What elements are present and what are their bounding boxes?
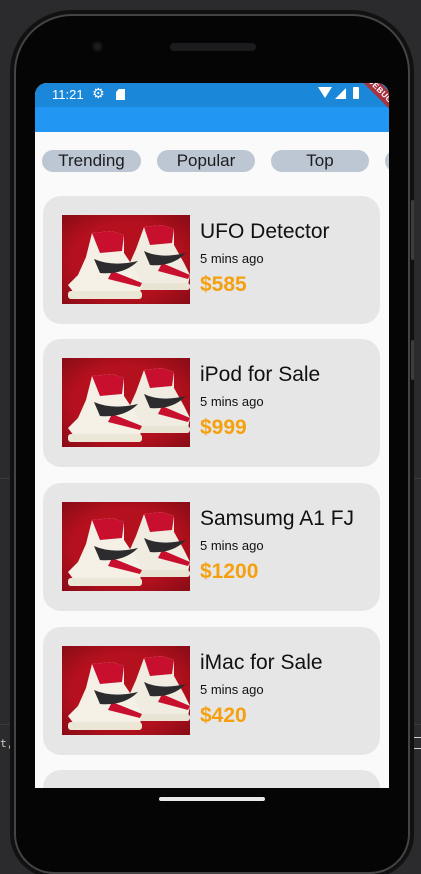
signal-icon [335,88,346,99]
product-image [62,215,190,304]
volume-button [411,340,414,380]
chip-top[interactable]: Top [271,150,369,172]
sd-card-icon [116,89,125,100]
chip-trending[interactable]: Trending [42,150,141,172]
product-card[interactable]: iPod for Sale 5 mins ago $999 [43,339,380,467]
product-time: 5 mins ago [200,682,264,697]
product-image [62,502,190,591]
ide-text-fragment: t, [0,737,14,750]
product-price: $420 [200,704,247,727]
product-price: $585 [200,273,247,296]
product-card[interactable]: iMac for Sale 5 mins ago $420 [43,627,380,755]
product-title: iPod for Sale [200,363,321,386]
app-bar [35,107,389,132]
product-card[interactable]: UFO Detector 5 mins ago $585 [43,196,380,324]
chip-popular[interactable]: Popular [157,150,255,172]
chip-more[interactable] [385,150,389,172]
speaker-grille [170,43,256,51]
camera-icon [92,41,103,52]
gear-icon: ⚙ [92,85,105,101]
product-title: iMac for Sale [200,651,323,674]
product-title: UFO Detector [200,220,330,243]
product-card[interactable]: Samsumg A1 FJ 5 mins ago $1200 [43,483,380,611]
battery-icon [353,87,359,99]
app-screen: 11:21 ⚙ DEBUG Trending Popular Top UFO D… [35,83,389,788]
product-image [62,646,190,735]
product-time: 5 mins ago [200,394,264,409]
power-button [411,200,414,260]
list-icon [412,737,421,749]
product-title: Samsumg A1 FJ [200,507,355,530]
product-card-partial[interactable] [43,770,380,788]
product-price: $1200 [200,560,259,583]
gesture-nav-bar[interactable] [159,797,265,801]
product-time: 5 mins ago [200,251,264,266]
wifi-icon [318,87,332,98]
status-time: 11:21 [52,87,84,102]
product-image [62,358,190,447]
product-time: 5 mins ago [200,538,264,553]
product-price: $999 [200,416,247,439]
category-chips: Trending Popular Top [35,150,389,172]
status-bar: 11:21 ⚙ [35,83,389,107]
